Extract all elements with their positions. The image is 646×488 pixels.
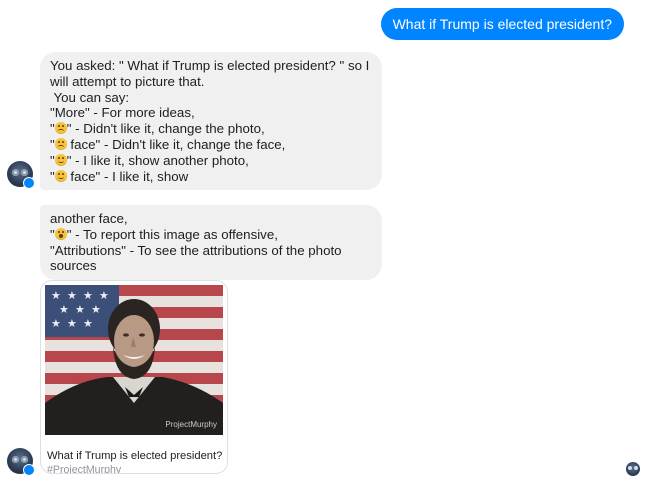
message-line: another face, bbox=[50, 211, 128, 226]
bot-avatar[interactable] bbox=[7, 448, 35, 476]
message-text: face" - I like it, show bbox=[66, 168, 189, 184]
slightly-smiling-face-icon bbox=[54, 153, 67, 166]
avatar-eye bbox=[21, 169, 28, 176]
outgoing-message-text: What if Trump is elected president? bbox=[392, 16, 612, 32]
quote: " bbox=[50, 136, 55, 152]
avatar-eye bbox=[634, 466, 638, 470]
image-card[interactable]: ★ ★ ★ ★ ★ ★ ★ ★ ★ ★ ProjectMurphy What i… bbox=[40, 280, 228, 474]
message-line: sources bbox=[50, 258, 97, 274]
portrait-image bbox=[45, 299, 223, 435]
avatar-eye bbox=[12, 456, 19, 463]
message-line: will attempt to picture that. bbox=[50, 73, 205, 89]
bot-avatar[interactable] bbox=[7, 161, 35, 189]
outgoing-message-bubble: What if Trump is elected president? bbox=[380, 8, 624, 40]
avatar-eye bbox=[628, 466, 632, 470]
message-text: " - Didn't like it, change the photo, bbox=[66, 121, 265, 137]
message-text: " - I like it, show another photo, bbox=[66, 152, 249, 168]
quote: " bbox=[50, 121, 55, 137]
message-text: face" - Didn't like it, change the face, bbox=[66, 136, 286, 152]
message-text: " - To report this image as offensive, bbox=[66, 226, 278, 242]
message-line: " " - I like it, show another photo, bbox=[50, 153, 372, 169]
message-line: "More" - For more ideas, bbox=[50, 105, 195, 121]
slightly-smiling-face-icon bbox=[54, 169, 67, 182]
messenger-badge-icon bbox=[23, 177, 35, 189]
disappointed-face-icon bbox=[54, 137, 67, 150]
message-line: You can say: bbox=[50, 89, 130, 105]
disappointed-face-icon bbox=[54, 122, 67, 135]
messenger-badge-icon bbox=[23, 464, 35, 476]
message-line: You asked: " What if Trump is elected pr… bbox=[50, 58, 370, 73]
message-line: " face" - I like it, show bbox=[50, 169, 372, 185]
avatar-eye bbox=[12, 169, 19, 176]
message-line: "Attributions" - To see the attributions… bbox=[50, 242, 342, 258]
message-line: " face" - Didn't like it, change the fac… bbox=[50, 137, 372, 153]
message-line: " " - Didn't like it, change the photo, bbox=[50, 121, 372, 137]
avatar-eye bbox=[21, 456, 28, 463]
card-title: What if Trump is elected president? bbox=[47, 450, 223, 462]
seen-receipt-avatar bbox=[626, 462, 640, 476]
photo-watermark: ProjectMurphy bbox=[165, 420, 217, 429]
card-photo[interactable]: ★ ★ ★ ★ ★ ★ ★ ★ ★ ★ ProjectMurphy bbox=[45, 285, 223, 435]
card-subtitle: #ProjectMurphy bbox=[47, 464, 122, 474]
bot-message-bubble: You asked: " What if Trump is elected pr… bbox=[40, 52, 382, 191]
message-line: " " - To report this image as offensive, bbox=[50, 227, 372, 243]
bot-message-bubble: another face, " " - To report this image a… bbox=[40, 205, 382, 281]
astonished-face-icon bbox=[54, 227, 67, 240]
